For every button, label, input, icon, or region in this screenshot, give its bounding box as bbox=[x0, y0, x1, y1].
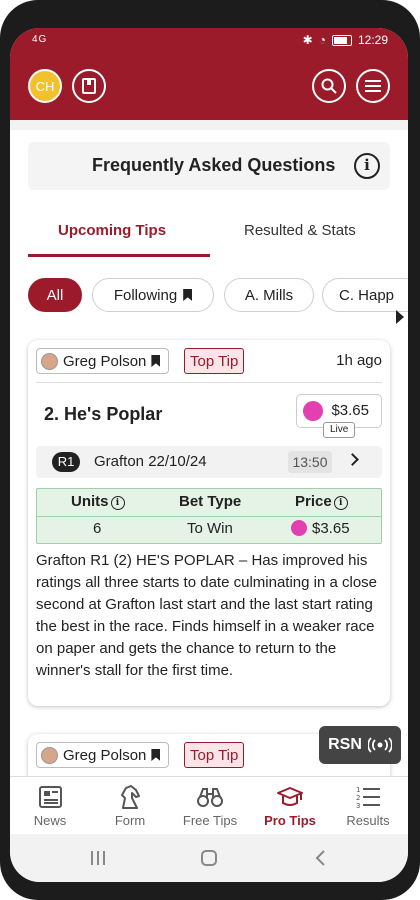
race-row[interactable]: R1 Grafton 22/10/24 13:50 bbox=[36, 446, 382, 478]
svg-text:1: 1 bbox=[356, 786, 360, 794]
info-icon[interactable]: i bbox=[354, 153, 380, 179]
chevron-right-icon bbox=[346, 453, 359, 466]
user-avatar[interactable]: CH bbox=[28, 69, 62, 103]
bookmaker-logo-icon bbox=[291, 520, 307, 536]
race-time: 13:50 bbox=[288, 451, 332, 473]
status-bar: 4G ✱ ◔ 12:29 bbox=[10, 28, 408, 54]
filter-all[interactable]: All bbox=[28, 278, 82, 312]
price-header: Price i bbox=[295, 493, 348, 510]
bet-table-header: Units i Bet Type Price i bbox=[37, 489, 381, 517]
bookmark-icon[interactable] bbox=[151, 355, 161, 367]
system-nav-bar bbox=[10, 834, 408, 882]
bookmark-icon bbox=[183, 289, 193, 301]
back-icon[interactable] bbox=[314, 850, 326, 866]
nav-pro-tips[interactable]: Pro Tips bbox=[250, 779, 330, 833]
tab-upcoming-tips[interactable]: Upcoming Tips bbox=[58, 222, 166, 239]
search-button[interactable] bbox=[312, 69, 346, 103]
rsn-label: RSN bbox=[328, 736, 362, 753]
bet-type-header: Bet Type bbox=[179, 493, 242, 510]
filter-following[interactable]: Following bbox=[92, 278, 214, 312]
list-numbers-icon: 123 bbox=[356, 786, 380, 809]
saved-button[interactable] bbox=[72, 69, 106, 103]
nav-form-label: Form bbox=[114, 813, 146, 828]
odds-value: $3.65 bbox=[331, 402, 369, 419]
nav-news[interactable]: News bbox=[10, 779, 90, 833]
tipster-tag[interactable]: Greg Polson bbox=[36, 348, 170, 374]
filter-a-mills[interactable]: A. Mills bbox=[224, 278, 314, 312]
news-icon bbox=[39, 786, 62, 808]
nav-form[interactable]: Form bbox=[90, 779, 170, 833]
clock: 12:29 bbox=[357, 33, 388, 47]
menu-button[interactable] bbox=[356, 69, 390, 103]
horse-icon bbox=[121, 785, 140, 809]
tip-time: 1h ago bbox=[336, 352, 382, 369]
nav-news-label: News bbox=[33, 813, 67, 828]
hamburger-icon bbox=[365, 80, 381, 92]
info-icon[interactable]: i bbox=[333, 496, 348, 510]
book-icon bbox=[82, 78, 96, 94]
nav-results-label: Results bbox=[346, 813, 390, 828]
tipster-avatar bbox=[41, 746, 58, 764]
svg-text:2: 2 bbox=[356, 794, 360, 802]
nav-results[interactable]: 123 Results bbox=[328, 779, 408, 833]
live-badge: Live bbox=[323, 422, 356, 438]
info-icon[interactable]: i bbox=[110, 496, 125, 510]
tip-description: Grafton R1 (2) HE'S POPLAR – Has improve… bbox=[36, 552, 378, 679]
race-name: Grafton 22/10/24 bbox=[94, 453, 207, 470]
content-top-edge bbox=[10, 120, 408, 130]
nav-pro-tips-label: Pro Tips bbox=[264, 813, 316, 828]
race-number-badge: R1 bbox=[52, 452, 80, 472]
odds-box[interactable]: $3.65 Live bbox=[296, 394, 382, 438]
bookmaker-logo-icon bbox=[303, 401, 323, 421]
tip-card[interactable]: Greg Polson Top Tip 1h ago 2. He's Popla… bbox=[28, 340, 390, 706]
screen: 4G ✱ ◔ 12:29 CH Frequently Asked Questio… bbox=[10, 28, 408, 882]
runner-name: 2. He's Poplar bbox=[44, 404, 163, 424]
active-tab-indicator bbox=[28, 254, 210, 257]
app-header: CH bbox=[10, 54, 408, 120]
battery-icon bbox=[331, 34, 352, 46]
tipster-name: Greg Polson bbox=[63, 352, 147, 370]
recent-apps-icon[interactable] bbox=[90, 850, 106, 866]
search-icon bbox=[321, 78, 337, 94]
broadcast-icon bbox=[367, 737, 392, 753]
price-value: $3.65 bbox=[291, 520, 350, 537]
phone-frame: 4G ✱ ◔ 12:29 CH Frequently Asked Questio… bbox=[0, 0, 420, 900]
bet-type-value: To Win bbox=[187, 520, 233, 537]
bluetooth-icon: ✱ bbox=[302, 33, 313, 47]
nav-free-tips-label: Free Tips bbox=[182, 813, 238, 828]
card-divider bbox=[36, 382, 382, 383]
faq-title: Frequently Asked Questions bbox=[92, 155, 336, 175]
binoculars-icon bbox=[197, 788, 223, 807]
filter-c-happ[interactable]: C. Happ bbox=[322, 278, 408, 312]
units-value: 6 bbox=[93, 520, 102, 537]
rsn-radio-button[interactable]: RSN bbox=[319, 726, 401, 764]
graduation-cap-icon bbox=[277, 787, 303, 806]
tab-bar: Upcoming Tips Resulted & Stats bbox=[28, 216, 390, 258]
bet-table-row: 6 To Win $3.65 bbox=[37, 516, 381, 543]
nav-free-tips[interactable]: Free Tips bbox=[170, 779, 250, 833]
filter-chips: All Following A. Mills C. Happ bbox=[28, 278, 408, 314]
tipster-tag[interactable]: Greg Polson bbox=[36, 742, 170, 768]
top-tip-badge: Top Tip bbox=[184, 742, 245, 768]
tipster-avatar bbox=[41, 352, 58, 370]
tipster-name: Greg Polson bbox=[63, 746, 147, 764]
units-header: Units i bbox=[71, 493, 125, 510]
wifi-icon: ◔ bbox=[318, 33, 326, 47]
bottom-nav: News Form Free Tips Pro Tips 123 Results bbox=[10, 776, 408, 835]
filter-following-label: Following bbox=[113, 286, 178, 304]
network-indicator: 4G bbox=[32, 34, 48, 45]
faq-banner[interactable]: Frequently Asked Questions i bbox=[28, 142, 390, 190]
scroll-right-icon[interactable] bbox=[396, 310, 404, 324]
bookmark-icon[interactable] bbox=[151, 749, 161, 761]
top-tip-badge: Top Tip bbox=[184, 348, 245, 374]
tab-resulted-stats[interactable]: Resulted & Stats bbox=[244, 222, 356, 239]
home-icon[interactable] bbox=[201, 850, 217, 866]
bet-table: Units i Bet Type Price i 6 To Win $3.65 bbox=[36, 488, 382, 544]
svg-text:3: 3 bbox=[356, 802, 360, 809]
